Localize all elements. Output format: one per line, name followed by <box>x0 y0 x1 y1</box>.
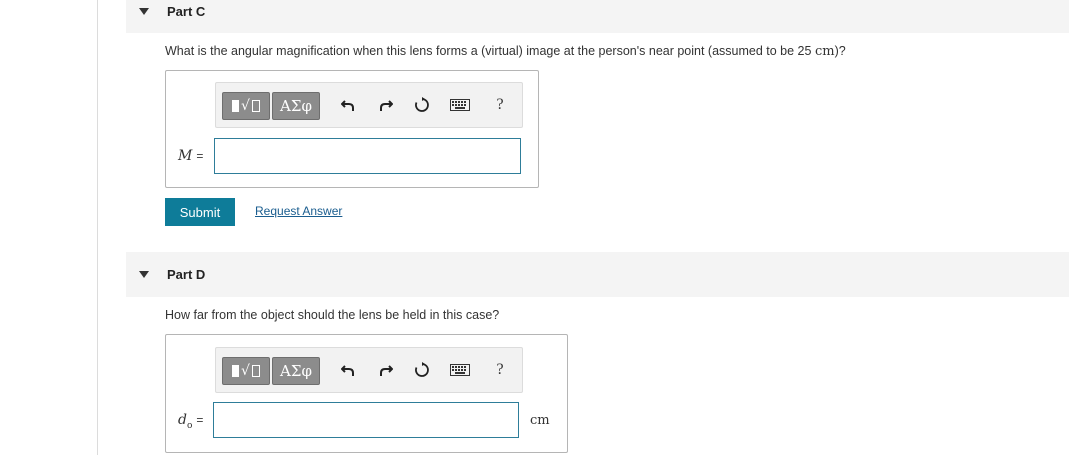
unit-label: cm <box>530 413 550 428</box>
redo-icon[interactable] <box>376 95 396 115</box>
greek-symbols-button[interactable]: ΑΣφ <box>272 92 320 120</box>
part-d-question: How far from the object should the lens … <box>165 308 500 322</box>
question-end: )? <box>834 44 846 58</box>
template-hollow-icon <box>251 100 260 112</box>
math-toolbar: √ ΑΣφ ? <box>215 347 523 393</box>
greek-symbols-button[interactable]: ΑΣφ <box>272 357 320 385</box>
part-d-answer-box: √ ΑΣφ ? do = cm <box>165 334 568 453</box>
variable-name: M <box>178 148 193 164</box>
equals-sign: = <box>196 149 204 163</box>
variable-name: d <box>178 412 187 428</box>
answer-input-m[interactable] <box>214 138 521 174</box>
template-hollow-icon <box>251 365 260 377</box>
part-d-title: Part D <box>167 267 206 282</box>
left-divider <box>97 0 98 455</box>
templates-button[interactable]: √ <box>222 357 270 385</box>
question-unit: cm <box>814 44 835 59</box>
part-c-question: What is the angular magnification when t… <box>165 44 846 59</box>
templates-button[interactable]: √ <box>222 92 270 120</box>
redo-icon[interactable] <box>376 360 396 380</box>
variable-label: do = <box>178 412 203 431</box>
answer-input-do[interactable] <box>213 402 519 438</box>
keyboard-icon[interactable] <box>450 95 470 115</box>
template-box-icon <box>232 100 240 112</box>
submit-button[interactable]: Submit <box>165 198 235 226</box>
undo-icon[interactable] <box>338 95 358 115</box>
undo-icon[interactable] <box>338 360 358 380</box>
variable-label: M = <box>178 148 203 164</box>
math-toolbar: √ ΑΣφ ? <box>215 82 523 128</box>
keyboard-icon[interactable] <box>450 360 470 380</box>
request-answer-link[interactable]: Request Answer <box>255 204 342 218</box>
sqrt-icon: √ <box>241 363 250 379</box>
part-c-header[interactable] <box>126 0 1069 33</box>
part-c-answer-box: √ ΑΣφ ? M = <box>165 70 539 188</box>
equals-sign: = <box>196 413 204 427</box>
collapse-triangle-icon[interactable] <box>139 271 149 278</box>
reset-icon[interactable] <box>412 95 432 115</box>
template-box-icon <box>232 365 240 377</box>
part-d-header[interactable] <box>126 252 1069 297</box>
reset-icon[interactable] <box>412 360 432 380</box>
sqrt-icon: √ <box>241 98 250 114</box>
help-button[interactable]: ? <box>490 360 510 380</box>
help-button[interactable]: ? <box>490 95 510 115</box>
variable-subscript: o <box>186 420 193 431</box>
collapse-triangle-icon[interactable] <box>139 8 149 15</box>
question-text: What is the angular magnification when t… <box>165 44 815 58</box>
part-c-title: Part C <box>167 4 206 19</box>
